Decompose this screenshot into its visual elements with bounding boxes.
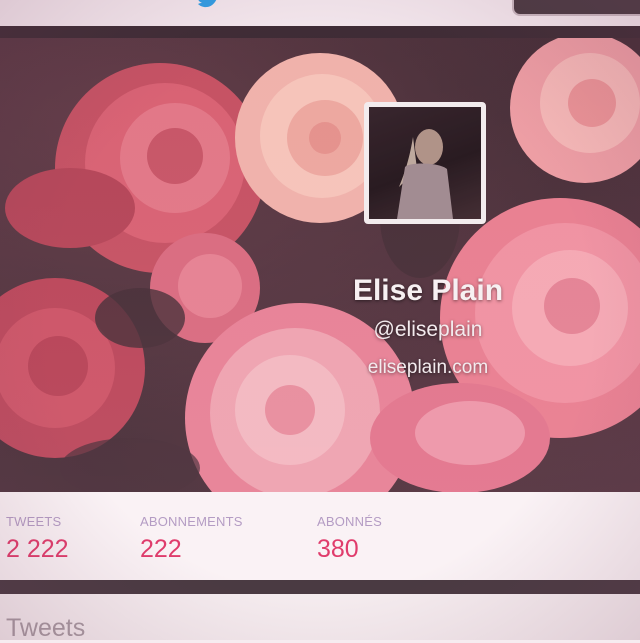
profile-header: Elise Plain @eliseplain eliseplain.com bbox=[0, 38, 640, 492]
stat-label: ABONNÉS bbox=[317, 514, 382, 529]
topbar-button[interactable] bbox=[512, 0, 640, 16]
window-divider bbox=[0, 26, 640, 38]
section-divider bbox=[0, 580, 640, 594]
profile-website-link[interactable]: eliseplain.com bbox=[300, 357, 556, 379]
stat-following[interactable]: ABONNEMENTS 222 bbox=[140, 514, 243, 564]
profile-handle: @eliseplain bbox=[373, 318, 483, 341]
stat-followers[interactable]: ABONNÉS 380 bbox=[317, 514, 382, 564]
profile-stats: TWEETS 2 222 ABONNEMENTS 222 ABONNÉS 380 bbox=[0, 492, 640, 580]
profile-name: Elise Plain bbox=[352, 274, 504, 307]
stat-label: TWEETS bbox=[6, 514, 62, 529]
stat-value: 222 bbox=[140, 535, 182, 563]
stat-value: 2 222 bbox=[6, 535, 69, 563]
stat-label: ABONNEMENTS bbox=[140, 514, 243, 529]
tweets-section: Tweets bbox=[0, 594, 640, 642]
bird-icon[interactable] bbox=[196, 0, 220, 10]
header-tint bbox=[0, 38, 640, 492]
stat-tweets[interactable]: TWEETS 2 222 bbox=[6, 514, 69, 564]
tweets-heading: Tweets bbox=[6, 614, 86, 642]
avatar[interactable] bbox=[364, 102, 486, 224]
top-bar bbox=[0, 0, 640, 26]
avatar-figure bbox=[369, 107, 481, 219]
stat-value: 380 bbox=[317, 535, 359, 563]
